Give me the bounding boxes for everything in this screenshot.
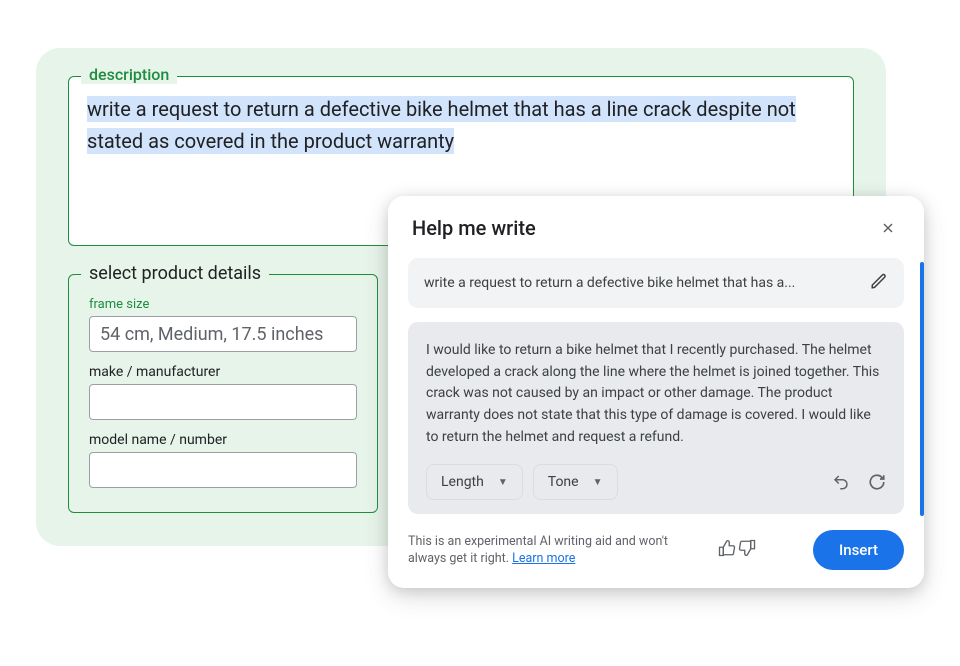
insert-button[interactable]: Insert xyxy=(813,530,904,570)
description-textarea[interactable]: write a request to return a defective bi… xyxy=(87,93,835,157)
disclaimer-text: This is an experimental AI writing aid a… xyxy=(408,533,708,568)
model-input[interactable] xyxy=(89,452,357,488)
description-legend: description xyxy=(81,65,177,84)
prompt-text: write a request to return a defective bi… xyxy=(424,275,858,291)
prompt-row[interactable]: write a request to return a defective bi… xyxy=(408,258,904,308)
tone-chip-label: Tone xyxy=(548,474,579,490)
chevron-down-icon: ▼ xyxy=(498,477,508,488)
make-label: make / manufacturer xyxy=(89,364,357,380)
popup-title: Help me write xyxy=(412,216,536,240)
undo-icon[interactable] xyxy=(832,473,850,491)
feedback-thumbs xyxy=(718,539,756,561)
refine-chips: Length ▼ Tone ▼ xyxy=(426,464,618,500)
close-icon[interactable] xyxy=(876,216,900,240)
edit-icon[interactable] xyxy=(870,272,888,294)
length-chip-label: Length xyxy=(441,474,484,490)
learn-more-link[interactable]: Learn more xyxy=(512,551,575,566)
popup-footer: This is an experimental AI writing aid a… xyxy=(388,514,924,588)
frame-size-input[interactable] xyxy=(89,316,357,352)
disclaimer-wrap: This is an experimental AI writing aid a… xyxy=(408,533,756,568)
length-chip[interactable]: Length ▼ xyxy=(426,464,523,500)
response-box: I would like to return a bike helmet tha… xyxy=(408,322,904,514)
scroll-accent-bar xyxy=(920,262,924,516)
product-details-legend: select product details xyxy=(81,263,269,284)
product-details-fieldset: select product details frame size make /… xyxy=(68,274,378,513)
response-text: I would like to return a bike helmet tha… xyxy=(426,340,886,448)
response-controls: Length ▼ Tone ▼ xyxy=(426,464,886,500)
refresh-icon[interactable] xyxy=(868,473,886,491)
chevron-down-icon: ▼ xyxy=(593,477,603,488)
help-me-write-popup: Help me write write a request to return … xyxy=(388,196,924,588)
make-input[interactable] xyxy=(89,384,357,420)
description-selected-text: write a request to return a defective bi… xyxy=(87,96,796,154)
frame-size-label: frame size xyxy=(89,297,357,312)
popup-header: Help me write xyxy=(388,196,924,244)
model-label: model name / number xyxy=(89,432,357,448)
tone-chip[interactable]: Tone ▼ xyxy=(533,464,618,500)
thumbs-up-icon[interactable] xyxy=(718,539,736,561)
thumbs-down-icon[interactable] xyxy=(738,539,756,561)
response-container: I would like to return a bike helmet tha… xyxy=(408,322,904,514)
response-action-icons xyxy=(832,473,886,491)
